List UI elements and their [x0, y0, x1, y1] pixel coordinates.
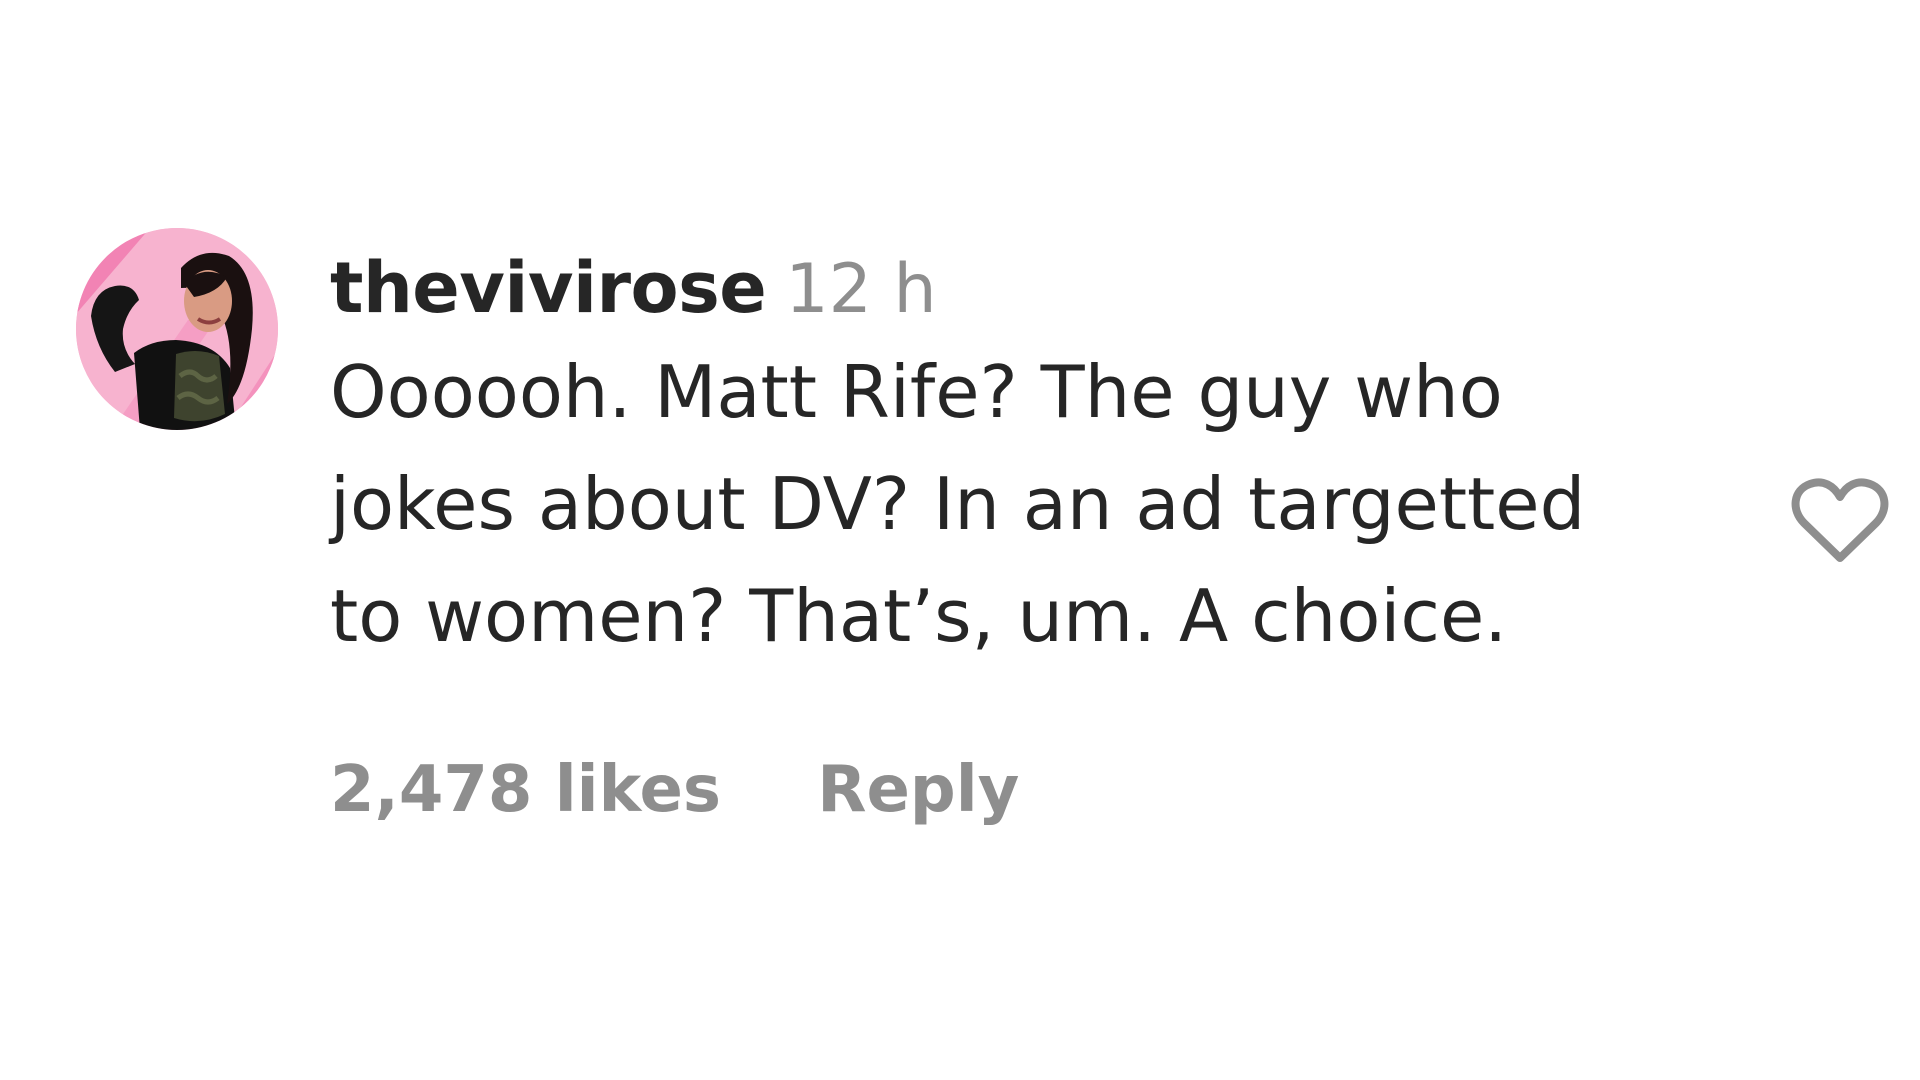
reply-button[interactable]: Reply [817, 753, 1019, 827]
comment-content: thevivirose 12 h Oooooh. Matt Rife? The … [330, 240, 1720, 672]
comment-header: thevivirose 12 h [330, 240, 1720, 336]
username-link[interactable]: thevivirose [330, 247, 767, 329]
heart-outline-icon [1791, 478, 1889, 562]
comment-text-line: to women? That’s, um. A choice. [330, 574, 1508, 658]
comment-text-line: jokes about DV? In an ad targetted [330, 462, 1586, 546]
like-button[interactable] [1790, 476, 1890, 566]
comment-timestamp: 12 h [785, 250, 937, 329]
comment-text: Oooooh. Matt Rife? The guy who jokes abo… [330, 336, 1720, 672]
avatar-image [76, 228, 278, 430]
comment-text-line: Oooooh. Matt Rife? The guy who [330, 350, 1503, 434]
profile-avatar[interactable] [76, 228, 278, 430]
comment-actions: 2,478 likes Reply [330, 742, 1019, 838]
likes-count[interactable]: 2,478 likes [330, 753, 721, 827]
comment-card: thevivirose 12 h Oooooh. Matt Rife? The … [0, 0, 1920, 1080]
